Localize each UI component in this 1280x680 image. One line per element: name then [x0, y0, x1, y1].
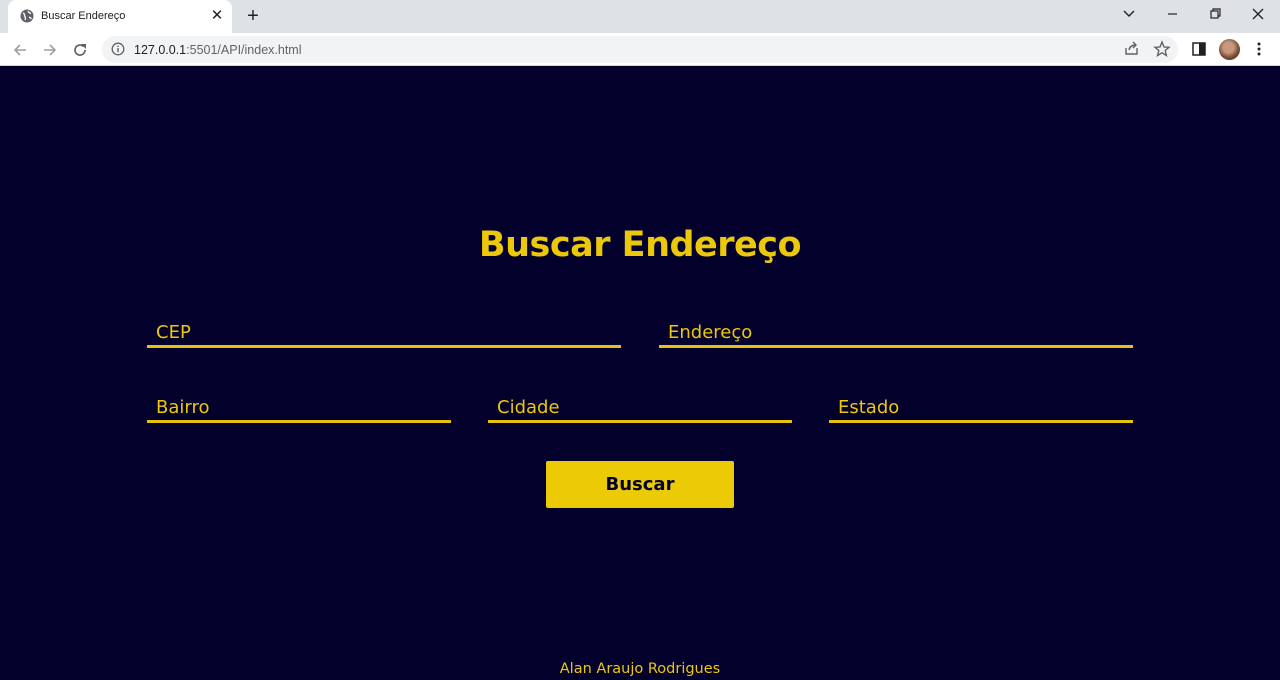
tab-strip: Buscar Endereço ✕ +: [0, 0, 1280, 33]
restore-icon[interactable]: [1203, 4, 1227, 24]
minimize-icon[interactable]: [1160, 4, 1184, 24]
browser-tab[interactable]: Buscar Endereço ✕: [8, 0, 232, 33]
address-bar[interactable]: 127.0.0.1:5501/API/index.html: [102, 36, 1178, 63]
chevron-down-icon[interactable]: [1117, 4, 1141, 24]
page-title: Buscar Endereço: [478, 225, 802, 265]
globe-icon: [20, 9, 34, 23]
bairro-field[interactable]: Bairro: [147, 393, 451, 423]
buscar-button[interactable]: Buscar: [546, 461, 734, 508]
page-content: Buscar Endereço CEP Endereço Bairro Cida…: [0, 67, 1280, 680]
url-path: :5501/API/index.html: [186, 43, 302, 57]
cidade-label: Cidade: [497, 397, 560, 418]
estado-label: Estado: [838, 397, 900, 418]
endereco-label: Endereço: [668, 322, 753, 343]
star-icon[interactable]: [1152, 39, 1172, 59]
url-text[interactable]: 127.0.0.1:5501/API/index.html: [134, 43, 302, 57]
bairro-label: Bairro: [156, 397, 210, 418]
forward-icon[interactable]: [40, 40, 60, 60]
side-panel-icon[interactable]: [1189, 39, 1209, 59]
avatar[interactable]: [1219, 39, 1240, 60]
browser-toolbar: 127.0.0.1:5501/API/index.html: [0, 33, 1280, 66]
window-close-icon[interactable]: [1246, 4, 1270, 24]
close-icon[interactable]: ✕: [209, 8, 225, 24]
back-icon[interactable]: [10, 40, 30, 60]
url-host: 127.0.0.1: [134, 43, 187, 57]
info-icon[interactable]: [111, 42, 125, 56]
cidade-field[interactable]: Cidade: [488, 393, 792, 423]
reload-icon[interactable]: [70, 40, 90, 60]
share-icon[interactable]: [1122, 39, 1142, 59]
estado-field[interactable]: Estado: [829, 393, 1133, 423]
kebab-menu-icon[interactable]: [1249, 39, 1269, 59]
cep-field[interactable]: CEP: [147, 318, 621, 348]
plus-icon[interactable]: +: [243, 5, 263, 27]
tab-title: Buscar Endereço: [41, 10, 126, 22]
cep-label: CEP: [156, 322, 191, 343]
endereco-field[interactable]: Endereço: [659, 318, 1133, 348]
footer-credit: Alan Araujo Rodrigues: [559, 661, 721, 677]
